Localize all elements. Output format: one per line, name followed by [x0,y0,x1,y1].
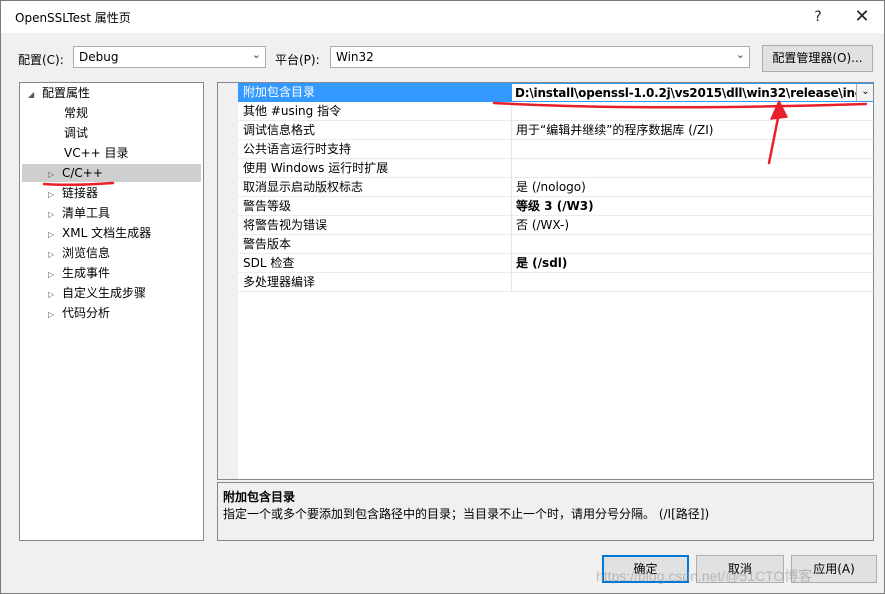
grid-row-using-directives[interactable]: 其他 #using 指令 [238,102,873,121]
tree-item-label: 配置属性 [42,86,91,100]
property-name: 将警告视为错误 [243,218,328,232]
window-title: OpenSSLTest 属性页 [15,11,131,25]
tree-item-label: 代码分析 [62,306,111,320]
property-name: 调试信息格式 [243,123,316,137]
chevron-down-icon: ⌄ [251,48,261,61]
platform-value: Win32 [336,50,374,64]
grid-row-sdl-checks[interactable]: SDL 检查 是 (/sdl) [238,254,873,273]
description-title: 附加包含目录 [223,490,296,504]
tree-item-custom-build-step[interactable]: ▷ 自定义生成步骤 [48,284,146,302]
property-value[interactable]: 是 (/nologo) [516,178,586,197]
grid-row-debug-info-format[interactable]: 调试信息格式 用于“编辑并继续”的程序数据库 (/ZI) [238,121,873,140]
tree-item-code-analysis[interactable]: ▷ 代码分析 [48,304,110,322]
config-value: Debug [79,50,119,64]
tree-item-general[interactable]: 常规 [64,104,88,122]
additional-include-dirs-field[interactable]: D:\install\openssl-1.0.2j\vs2015\dll\win… [511,83,873,103]
property-name: 多处理器编译 [243,275,316,289]
property-name: 公共语言运行时支持 [243,142,352,156]
help-button[interactable]: ? [795,1,841,33]
grid-row-windows-runtime-ext[interactable]: 使用 Windows 运行时扩展 [238,159,873,178]
properties-dialog: OpenSSLTest 属性页 ? ✕ 配置(C): Debug ⌄ 平台(P)… [0,0,885,594]
property-name: 其他 #using 指令 [243,104,342,118]
expand-icon[interactable]: ▷ [48,206,62,224]
description-text: 指定一个或多个要添加到包含路径中的目录；当目录不止一个时，请用分号分隔。 (/I… [223,507,710,521]
tree-item-browse-info[interactable]: ▷ 浏览信息 [48,244,110,262]
tree-item-label: 常规 [64,106,89,120]
tree-item-label: 调试 [64,126,89,140]
tree-item-cpp[interactable]: ▷ C/C++ [22,164,201,182]
property-name: SDL 检查 [243,256,295,270]
platform-label: 平台(P): [275,53,320,67]
property-name: 取消显示启动版权标志 [243,180,364,194]
tree-item-label: VC++ 目录 [64,146,129,160]
expand-icon[interactable]: ▷ [48,286,62,304]
expand-icon[interactable]: ▷ [48,246,62,264]
tree-item-config-properties[interactable]: ◢ 配置属性 [28,84,90,102]
grid-row-additional-include-dirs[interactable]: 附加包含目录 D:\install\openssl-1.0.2j\vs2015\… [238,83,873,103]
chevron-down-icon: ⌄ [735,48,745,61]
title-bar: OpenSSLTest 属性页 ? ✕ [1,1,884,33]
config-dropdown[interactable]: Debug ⌄ [73,46,266,68]
config-label: 配置(C): [18,53,64,67]
tree-item-label: 自定义生成步骤 [62,286,147,300]
expand-icon[interactable]: ▷ [48,186,62,204]
tree-item-vc-directories[interactable]: VC++ 目录 [64,144,129,162]
property-value[interactable]: 是 (/sdl) [516,254,567,273]
expand-icon[interactable]: ▷ [48,266,62,284]
grid-row-warnings-as-errors[interactable]: 将警告视为错误 否 (/WX-) [238,216,873,235]
property-value[interactable]: 用于“编辑并继续”的程序数据库 (/ZI) [516,121,713,140]
grid-row-clr-support[interactable]: 公共语言运行时支持 [238,140,873,159]
tree-item-label: XML 文档生成器 [62,226,152,240]
property-grid[interactable]: 附加包含目录 D:\install\openssl-1.0.2j\vs2015\… [217,82,874,480]
property-name: 附加包含目录 [243,85,316,99]
tree-item-build-events[interactable]: ▷ 生成事件 [48,264,110,282]
description-panel: 附加包含目录 指定一个或多个要添加到包含路径中的目录；当目录不止一个时，请用分号… [217,482,874,541]
grid-row-suppress-banner[interactable]: 取消显示启动版权标志 是 (/nologo) [238,178,873,197]
tree-item-debugging[interactable]: 调试 [64,124,88,142]
tree-item-label: 清单工具 [62,206,111,220]
property-value[interactable]: 等级 3 (/W3) [516,197,594,216]
expand-icon[interactable]: ▷ [48,166,62,184]
platform-dropdown[interactable]: Win32 ⌄ [330,46,750,68]
expand-icon[interactable]: ▷ [48,306,62,324]
grid-row-warning-level[interactable]: 警告等级 等级 3 (/W3) [238,197,873,216]
tree-item-linker[interactable]: ▷ 链接器 [48,184,98,202]
chevron-down-icon[interactable]: ⌄ [856,84,873,101]
property-value[interactable]: D:\install\openssl-1.0.2j\vs2015\dll\win… [515,84,873,103]
property-value[interactable]: 否 (/WX-) [516,216,569,235]
close-button[interactable]: ✕ [839,1,885,33]
collapse-icon[interactable]: ◢ [28,86,42,104]
property-name: 警告版本 [243,237,292,251]
tree-item-label: 浏览信息 [62,246,111,260]
tree-item-xml-doc-generator[interactable]: ▷ XML 文档生成器 [48,224,151,242]
tree-item-label: 链接器 [62,186,99,200]
config-manager-button[interactable]: 配置管理器(O)... [762,45,873,72]
property-name: 警告等级 [243,199,292,213]
tree-item-label: C/C++ [62,166,103,180]
property-name: 使用 Windows 运行时扩展 [243,161,389,175]
property-tree[interactable]: ◢ 配置属性 常规 调试 VC++ 目录 ▷ C/C++ ▷ 链接器 ▷ 清单工具 ▷ X… [19,82,204,541]
grid-row-warning-version[interactable]: 警告版本 [238,235,873,254]
watermark: https://blog.csdn.net/@51CTO博客 [596,568,813,584]
expand-icon[interactable]: ▷ [48,226,62,244]
tree-item-manifest-tool[interactable]: ▷ 清单工具 [48,204,110,222]
tree-item-label: 生成事件 [62,266,111,280]
grid-gutter [218,83,238,479]
grid-row-multiprocessor-compile[interactable]: 多处理器编译 [238,273,873,292]
